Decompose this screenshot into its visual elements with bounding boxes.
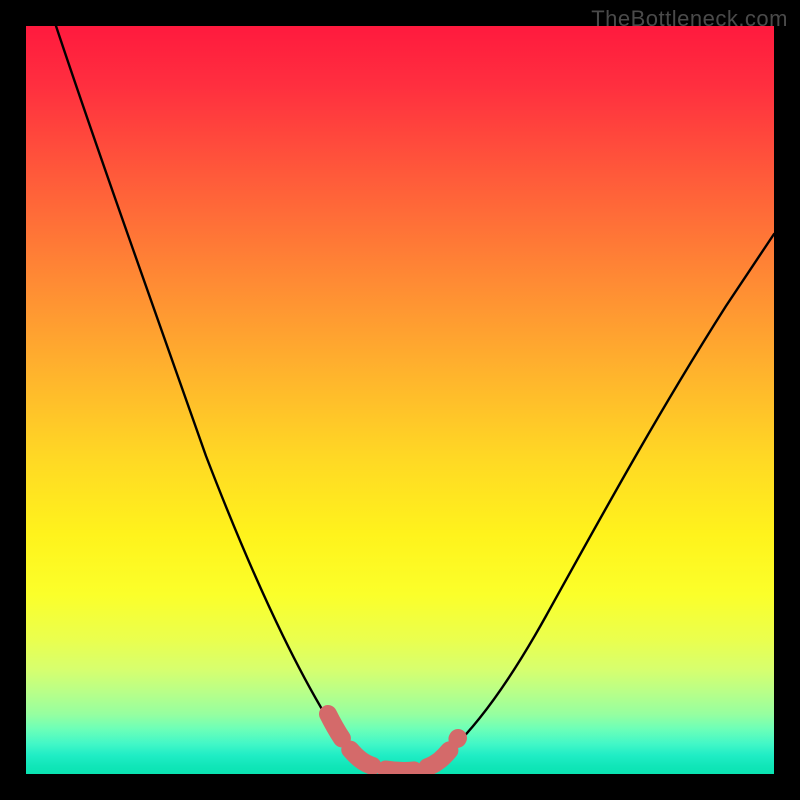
chart-frame: TheBottleneck.com [0, 0, 800, 800]
curve-layer [26, 26, 774, 774]
plot-area [26, 26, 774, 774]
watermark-text: TheBottleneck.com [591, 6, 788, 32]
bottleneck-curve [56, 26, 774, 770]
highlight-segment [328, 714, 458, 771]
